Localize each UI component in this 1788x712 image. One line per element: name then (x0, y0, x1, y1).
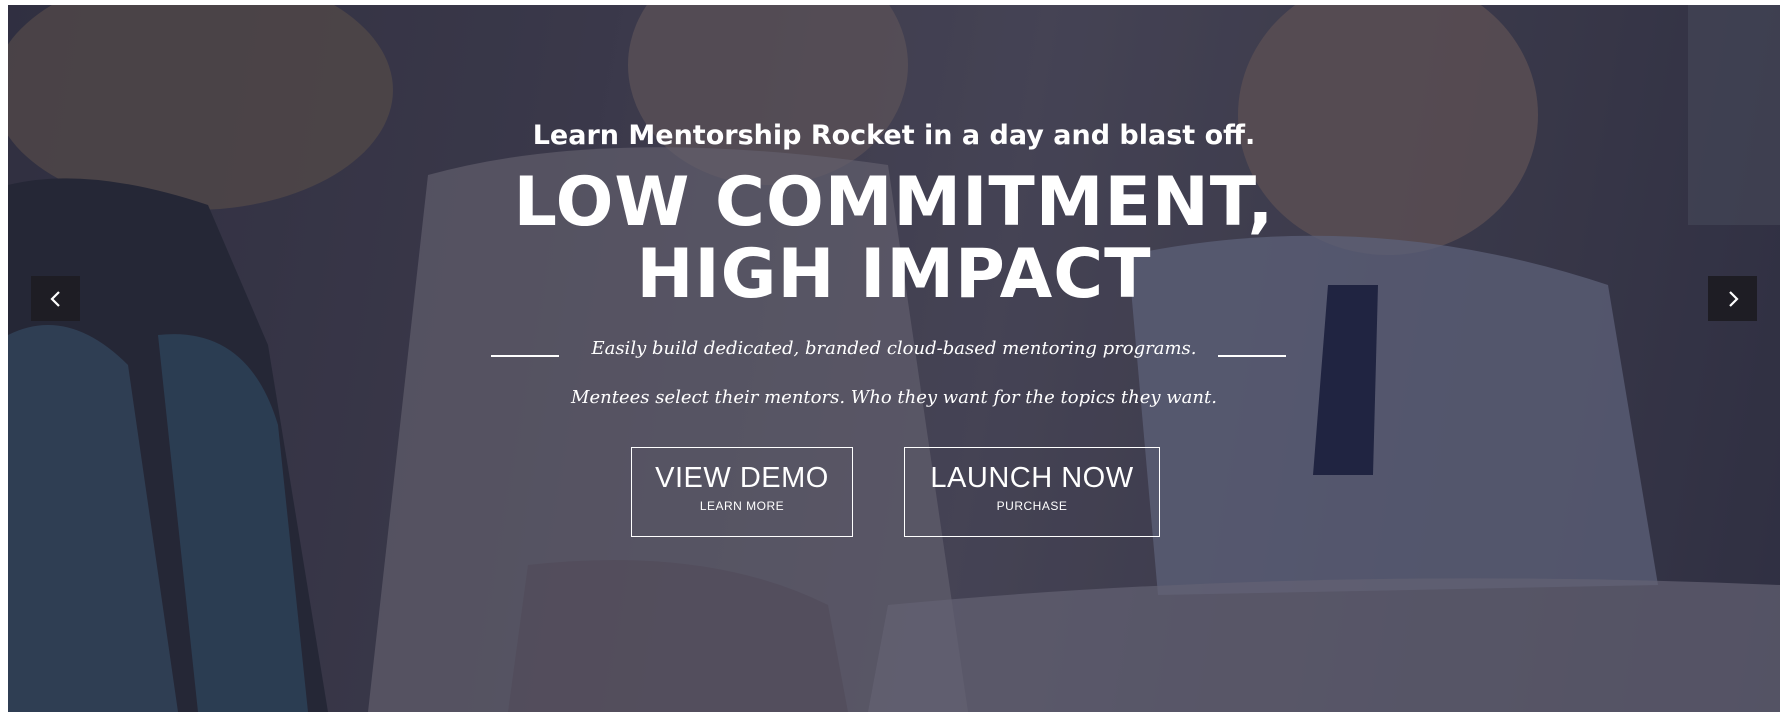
chevron-right-icon (1728, 290, 1739, 307)
view-demo-label: VIEW DEMO (655, 462, 829, 494)
hero-headline: LOW COMMITMENT, HIGH IMPACT (8, 167, 1780, 311)
headline-line-1: LOW COMMITMENT, (513, 163, 1275, 242)
right-divider (1218, 355, 1286, 357)
chevron-left-icon (49, 290, 60, 307)
hero-description-1: Easily build dedicated, branded cloud-ba… (591, 338, 1197, 359)
hero-content: Learn Mentorship Rocket in a day and bla… (8, 5, 1780, 712)
headline-line-2: HIGH IMPACT (636, 235, 1152, 314)
launch-now-button[interactable]: LAUNCH NOW PURCHASE (904, 447, 1160, 537)
description-row: Easily build dedicated, branded cloud-ba… (8, 335, 1780, 365)
hero-carousel: Learn Mentorship Rocket in a day and bla… (8, 5, 1780, 712)
launch-now-label: LAUNCH NOW (930, 462, 1134, 494)
carousel-prev-button[interactable] (31, 276, 80, 321)
carousel-next-button[interactable] (1708, 276, 1757, 321)
view-demo-button[interactable]: VIEW DEMO LEARN MORE (631, 447, 853, 537)
hero-subtitle: Learn Mentorship Rocket in a day and bla… (532, 120, 1256, 151)
hero-description-2: Mentees select their mentors. Who they w… (571, 387, 1217, 408)
view-demo-sublabel: LEARN MORE (699, 499, 785, 513)
launch-now-sublabel: PURCHASE (996, 499, 1068, 513)
